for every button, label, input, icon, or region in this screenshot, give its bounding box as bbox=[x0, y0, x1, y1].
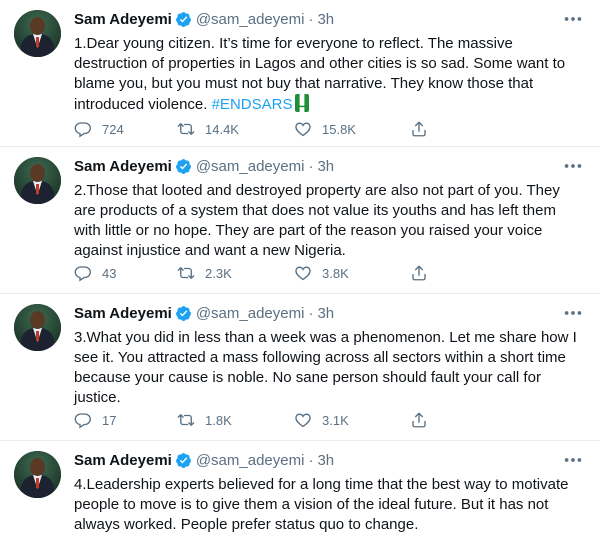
like-icon bbox=[294, 411, 312, 429]
separator-dot: · bbox=[308, 304, 314, 322]
retweet-icon bbox=[177, 264, 195, 282]
like-button[interactable]: 3.1K bbox=[294, 411, 349, 429]
reply-count: 724 bbox=[102, 121, 124, 137]
like-icon bbox=[294, 120, 312, 138]
reply-count: 43 bbox=[102, 265, 117, 281]
author-name[interactable]: Sam Adeyemi bbox=[74, 305, 172, 322]
tweet-text: 2.Those that looted and destroyed proper… bbox=[74, 182, 560, 259]
separator-dot: · bbox=[308, 451, 314, 469]
tweet-text: 1.Dear young citizen. It’s time for ever… bbox=[74, 34, 579, 115]
share-button[interactable] bbox=[410, 264, 438, 282]
more-options-icon[interactable] bbox=[562, 8, 584, 30]
reply-button[interactable]: 17 bbox=[74, 411, 116, 429]
retweet-count: 1.8K bbox=[205, 412, 232, 428]
author-handle[interactable]: @sam_adeyemi bbox=[196, 11, 305, 28]
tweet-text: 3.What you did in less than a week was a… bbox=[74, 329, 577, 406]
tweet-text: 4.Leadership experts believed for a long… bbox=[74, 476, 569, 533]
tweet-header: Sam Adeyemi @sam_adeyemi · 3h bbox=[74, 155, 584, 177]
like-icon bbox=[294, 264, 312, 282]
avatar[interactable] bbox=[14, 304, 61, 351]
author-handle[interactable]: @sam_adeyemi bbox=[196, 305, 305, 322]
tweet-body: 1.Dear young citizen. It’s time for ever… bbox=[74, 35, 566, 113]
retweet-count: 2.3K bbox=[205, 265, 232, 281]
like-count: 3.8K bbox=[322, 265, 349, 281]
avatar[interactable] bbox=[14, 451, 61, 498]
reply-icon bbox=[74, 264, 92, 282]
share-button[interactable] bbox=[410, 411, 438, 429]
more-options-icon[interactable] bbox=[562, 302, 584, 324]
timestamp[interactable]: 3h bbox=[317, 452, 334, 469]
tweet-header: Sam Adeyemi @sam_adeyemi · 3h bbox=[74, 449, 584, 471]
tweet[interactable]: Sam Adeyemi @sam_adeyemi · 3h 3.What you… bbox=[0, 294, 600, 441]
retweet-button[interactable]: 2.3K bbox=[177, 264, 232, 282]
more-options-icon[interactable] bbox=[562, 155, 584, 177]
author-name[interactable]: Sam Adeyemi bbox=[74, 11, 172, 28]
author-handle[interactable]: @sam_adeyemi bbox=[196, 158, 305, 175]
avatar[interactable] bbox=[14, 157, 61, 204]
timestamp[interactable]: 3h bbox=[317, 11, 334, 28]
reply-count: 17 bbox=[102, 412, 117, 428]
retweet-icon bbox=[177, 120, 195, 138]
share-button[interactable] bbox=[410, 120, 438, 138]
avatar[interactable] bbox=[14, 10, 61, 57]
reply-button[interactable]: 43 bbox=[74, 264, 116, 282]
tweet[interactable]: Sam Adeyemi @sam_adeyemi · 3h 4.Leadersh… bbox=[0, 441, 600, 533]
share-icon bbox=[410, 120, 428, 138]
timestamp[interactable]: 3h bbox=[317, 158, 334, 175]
verified-badge-icon bbox=[175, 305, 192, 322]
verified-badge-icon bbox=[175, 452, 192, 469]
tweet[interactable]: Sam Adeyemi @sam_adeyemi · 3h 1.Dear you… bbox=[0, 0, 600, 147]
retweet-button[interactable]: 14.4K bbox=[177, 120, 239, 138]
nigeria-flag-emoji bbox=[295, 94, 310, 112]
share-icon bbox=[410, 411, 428, 429]
hashtag-link[interactable]: #ENDSARS bbox=[212, 96, 293, 113]
retweet-icon bbox=[177, 411, 195, 429]
more-options-icon[interactable] bbox=[562, 449, 584, 471]
like-button[interactable]: 3.8K bbox=[294, 264, 349, 282]
timestamp[interactable]: 3h bbox=[317, 305, 334, 322]
retweet-button[interactable]: 1.8K bbox=[177, 411, 232, 429]
tweet[interactable]: Sam Adeyemi @sam_adeyemi · 3h 2.Those th… bbox=[0, 147, 600, 294]
reply-icon bbox=[74, 120, 92, 138]
separator-dot: · bbox=[308, 157, 314, 175]
author-name[interactable]: Sam Adeyemi bbox=[74, 158, 172, 175]
tweet-header: Sam Adeyemi @sam_adeyemi · 3h bbox=[74, 302, 584, 324]
verified-badge-icon bbox=[175, 158, 192, 175]
share-icon bbox=[410, 264, 428, 282]
like-count: 3.1K bbox=[322, 412, 349, 428]
retweet-count: 14.4K bbox=[205, 121, 239, 137]
reply-button[interactable]: 724 bbox=[74, 120, 124, 138]
like-button[interactable]: 15.8K bbox=[294, 120, 356, 138]
tweet-header: Sam Adeyemi @sam_adeyemi · 3h bbox=[74, 8, 584, 30]
author-handle[interactable]: @sam_adeyemi bbox=[196, 452, 305, 469]
author-name[interactable]: Sam Adeyemi bbox=[74, 452, 172, 469]
separator-dot: · bbox=[308, 10, 314, 28]
reply-icon bbox=[74, 411, 92, 429]
like-count: 15.8K bbox=[322, 121, 356, 137]
verified-badge-icon bbox=[175, 11, 192, 28]
